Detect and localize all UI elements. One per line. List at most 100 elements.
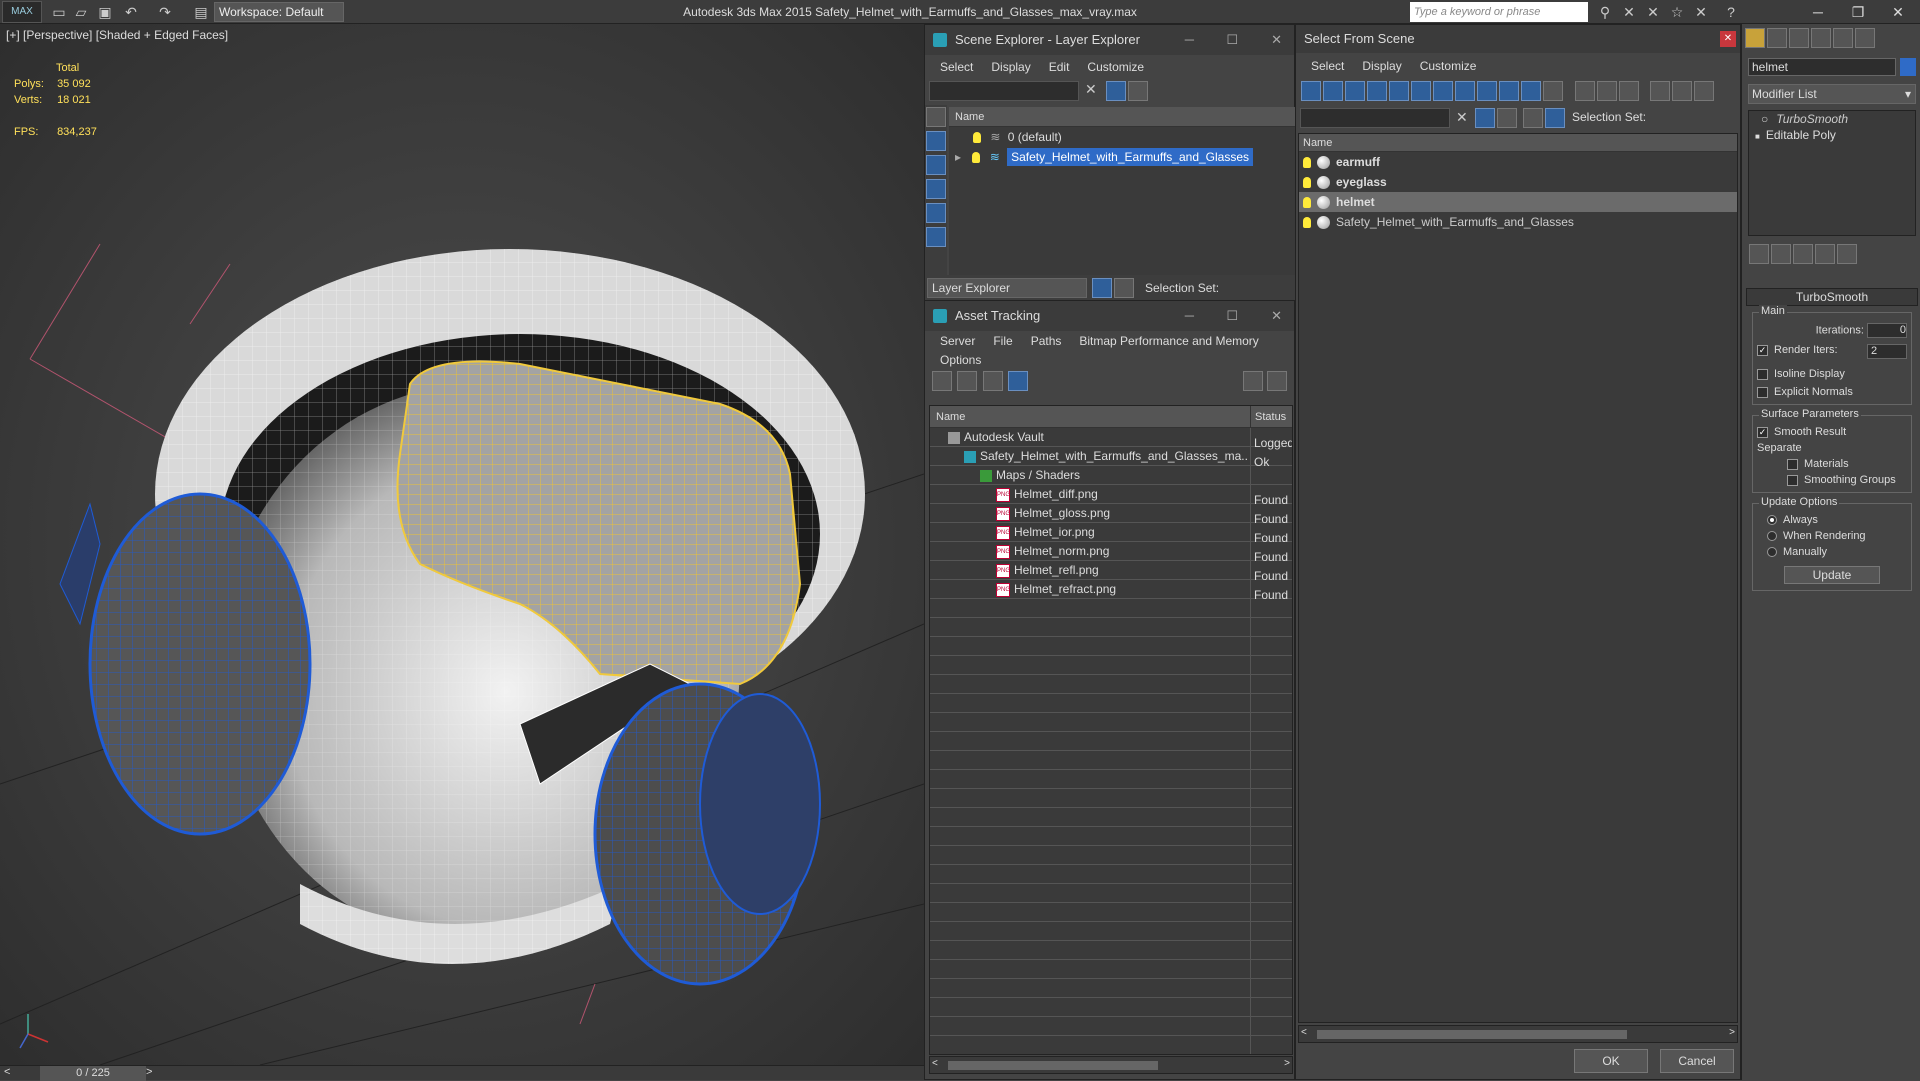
menu-customize[interactable]: Customize	[1411, 53, 1486, 79]
clear-search-icon[interactable]: ✕	[1456, 109, 1468, 126]
menu-select[interactable]: Select	[1302, 53, 1353, 79]
menu-bitmap-performance[interactable]: Bitmap Performance and Memory	[1070, 331, 1267, 351]
undo-icon[interactable]: ↶	[122, 3, 140, 21]
frozen-filter-icon[interactable]	[1521, 81, 1541, 101]
perspective-viewport[interactable]: [+] [Perspective] [Shaded + Edged Faces]…	[0, 24, 924, 1065]
explicit-normals-checkbox[interactable]	[1757, 386, 1768, 398]
display-lights-icon[interactable]	[926, 155, 946, 175]
star-icon[interactable]: ☆	[1668, 3, 1686, 21]
bulb-icon[interactable]	[973, 132, 981, 144]
bulb-icon[interactable]	[1303, 157, 1311, 169]
col-status[interactable]: Status	[1250, 406, 1292, 428]
close-icon[interactable]: ✕	[1720, 31, 1736, 47]
layer-column-name[interactable]: Name	[949, 107, 1295, 127]
new-file-icon[interactable]: ▭	[50, 3, 68, 21]
smoothing-groups-checkbox[interactable]	[1787, 474, 1798, 486]
viewport-label[interactable]: [+] [Perspective] [Shaded + Edged Faces]	[6, 28, 228, 42]
remove-modifier-icon[interactable]	[1815, 244, 1835, 264]
stack-item-editable-poly[interactable]: ■ Editable Poly	[1749, 127, 1915, 143]
menu-paths[interactable]: Paths	[1022, 331, 1071, 351]
turbosmooth-rollout-header[interactable]: TurboSmooth	[1746, 288, 1918, 306]
menu-options[interactable]: Options	[931, 351, 990, 369]
object-color-swatch[interactable]	[1900, 58, 1916, 76]
display-shapes-icon[interactable]	[926, 131, 946, 151]
next-frame-icon[interactable]: >	[146, 1066, 152, 1078]
bulb-icon[interactable]: ○	[1761, 112, 1768, 126]
display-helpers-icon[interactable]	[926, 203, 946, 223]
explorer-type-dropdown[interactable]: Layer Explorer	[927, 278, 1087, 298]
expand-arrow-icon[interactable]: ▸	[955, 150, 961, 164]
always-radio[interactable]	[1767, 515, 1777, 526]
layer-toggle-icon[interactable]	[1092, 278, 1112, 298]
maximize-icon[interactable]: ☐	[1226, 301, 1238, 331]
select-invert-icon[interactable]	[1619, 81, 1640, 101]
object-column-name[interactable]: Name	[1299, 134, 1737, 152]
motion-tab-icon[interactable]	[1811, 28, 1831, 48]
restore-icon[interactable]: ❐	[1840, 0, 1876, 24]
object-row[interactable]: earmuff	[1299, 152, 1737, 172]
cameras-filter-icon[interactable]	[1367, 81, 1387, 101]
scene-explorer-titlebar[interactable]: Scene Explorer - Layer Explorer ─ ☐ ✕	[925, 25, 1294, 55]
scene-search-field[interactable]	[929, 81, 1079, 101]
menu-server[interactable]: Server	[931, 331, 984, 351]
asset-row[interactable]: PNG Helmet_norm.png Found	[930, 542, 1292, 564]
layer-row[interactable]: ≋ 0 (default)	[949, 127, 1295, 147]
smooth-result-checkbox[interactable]: ✓	[1757, 426, 1768, 438]
menu-edit[interactable]: Edit	[1040, 55, 1079, 79]
select-none-icon[interactable]	[1597, 81, 1618, 101]
time-slider[interactable]: < 0 / 225 >	[0, 1065, 924, 1081]
binoculars-icon[interactable]: ⚲	[1596, 3, 1614, 21]
list-view-icon[interactable]	[957, 371, 978, 391]
shapes-filter-icon[interactable]	[1323, 81, 1343, 101]
menu-display[interactable]: Display	[982, 55, 1039, 79]
asset-tracking-titlebar[interactable]: Asset Tracking ─ ☐ ✕	[925, 301, 1294, 331]
horizontal-scrollbar[interactable]: < >	[929, 1056, 1293, 1074]
scroll-thumb[interactable]	[948, 1061, 1158, 1070]
scroll-thumb[interactable]	[1317, 1030, 1627, 1039]
iterations-spinner[interactable]: 0	[1867, 323, 1907, 338]
make-unique-icon[interactable]	[1793, 244, 1813, 264]
create-tab-icon[interactable]	[1745, 28, 1765, 48]
expand-icon[interactable]: ■	[1755, 132, 1760, 141]
render-iters-checkbox[interactable]: ✓	[1757, 344, 1768, 356]
hidden-filter-icon[interactable]	[1543, 81, 1563, 101]
display-cameras-icon[interactable]	[926, 179, 946, 199]
workspace-dropdown[interactable]: Workspace: Default	[214, 2, 344, 22]
spacewarps-filter-icon[interactable]	[1411, 81, 1431, 101]
asset-row[interactable]: Maps / Shaders	[930, 466, 1292, 485]
sign-in-icon[interactable]: ✕	[1692, 3, 1710, 21]
menu-select[interactable]: Select	[931, 55, 982, 79]
display-spacewarps-icon[interactable]	[926, 227, 946, 247]
asset-row[interactable]: PNG Helmet_ior.png Found	[930, 523, 1292, 545]
modify-tab-icon[interactable]	[1767, 28, 1787, 48]
groups-filter-icon[interactable]	[1433, 81, 1453, 101]
asset-row[interactable]: Safety_Helmet_with_Earmuffs_and_Glasses_…	[930, 447, 1292, 469]
filter-icon[interactable]	[1106, 81, 1126, 101]
object-row[interactable]: eyeglass	[1299, 172, 1737, 192]
tools-icon[interactable]: ✕	[1620, 3, 1638, 21]
object-list-scrollbar[interactable]: < >	[1298, 1025, 1738, 1043]
col-name[interactable]: Name	[930, 411, 965, 423]
prev-frame-icon[interactable]: <	[4, 1066, 10, 1078]
menu-file[interactable]: File	[984, 331, 1021, 351]
ok-button[interactable]: OK	[1574, 1049, 1648, 1073]
xrefs-filter-icon[interactable]	[1455, 81, 1475, 101]
minimize-icon[interactable]: ─	[1800, 0, 1836, 24]
containers-filter-icon[interactable]	[1499, 81, 1519, 101]
close-icon[interactable]: ✕	[1271, 25, 1282, 55]
pin-stack-icon[interactable]	[1749, 244, 1769, 264]
lights-filter-icon[interactable]	[1345, 81, 1365, 101]
bulb-icon[interactable]	[972, 152, 981, 164]
exchange-icon[interactable]: ✕	[1644, 3, 1662, 21]
columns-icon[interactable]	[1693, 81, 1714, 101]
menu-customize[interactable]: Customize	[1078, 55, 1153, 79]
geometry-filter-icon[interactable]	[1301, 81, 1321, 101]
select-from-scene-titlebar[interactable]: Select From Scene ✕	[1296, 25, 1740, 53]
display-geometry-icon[interactable]	[926, 107, 946, 127]
hierarchy-icon[interactable]	[1671, 81, 1692, 101]
open-file-icon[interactable]: ▱	[72, 3, 90, 21]
layer-icon[interactable]	[1523, 108, 1543, 128]
help-icon[interactable]	[1243, 371, 1263, 391]
help-icon[interactable]: ?	[1722, 3, 1740, 21]
close-icon[interactable]: ✕	[1271, 301, 1282, 331]
